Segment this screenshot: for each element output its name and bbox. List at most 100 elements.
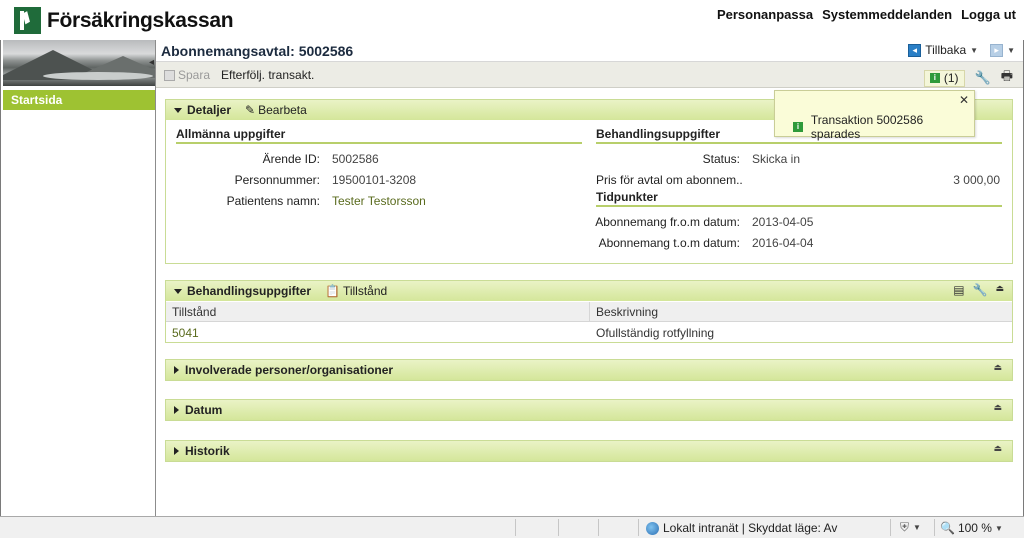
save-icon <box>164 69 175 81</box>
back-button[interactable]: Tillbaka <box>925 43 966 57</box>
section-allmanna-uppgifter: Allmänna uppgifter <box>176 127 582 144</box>
table-row[interactable]: 5041 Ofullständig rotfyllning <box>166 323 1012 343</box>
label-patientens-namn: Patientens namn: <box>226 194 320 208</box>
zoom-icon: 🔍 <box>940 521 955 535</box>
follow-transaction-button[interactable]: Efterfölj. transakt. <box>221 68 314 82</box>
value-pris: 3 000,00 <box>953 173 1000 187</box>
column-header-beskrivning[interactable]: Beskrivning <box>590 302 664 321</box>
panel-historik-title: Historik <box>185 444 230 458</box>
zoom-level: 100 % <box>957 521 992 535</box>
value-status: Skicka in <box>752 152 801 166</box>
status-separator <box>515 519 516 536</box>
back-arrow-icon[interactable]: ◂ <box>908 43 922 57</box>
security-zone[interactable]: Lokalt intranät | Skyddat läge: Av <box>646 521 837 535</box>
wrench-icon[interactable]: 🔧 <box>975 70 991 86</box>
collapse-up-icon[interactable]: ⏏ <box>995 283 1004 297</box>
tillstand-label: Tillstånd <box>342 284 388 298</box>
sidebar-item-startsida[interactable]: Startsida <box>3 90 155 110</box>
pencil-icon: ✎ <box>245 103 256 117</box>
panel-tools: ▤ 🔧 ⏏ <box>953 283 1004 297</box>
value-arende-id: 5002586 <box>332 152 379 166</box>
value-personnummer: 19500101-3208 <box>332 173 417 187</box>
notification-count: (1) <box>943 71 959 85</box>
panel-involverade: Involverade personer/organisationer ⏏ <box>165 359 1013 381</box>
collapse-up-icon[interactable]: ⏏ <box>993 402 1002 413</box>
link-logga-ut[interactable]: Logga ut <box>961 7 1016 22</box>
browser-status-bar: Lokalt intranät | Skyddat läge: Av ⛨ ▼ 🔍… <box>0 516 1024 538</box>
panel-historik-header[interactable]: Historik ⏏ <box>166 441 1012 461</box>
shield-icon: ⛨ <box>900 520 910 534</box>
brand-mark-icon <box>14 7 41 34</box>
edit-button[interactable]: ✎ Bearbeta <box>245 103 307 117</box>
table-header: Tillstånd Beskrivning <box>166 302 1012 322</box>
expanded-triangle-icon <box>174 288 182 294</box>
export-icon[interactable]: ▤ <box>953 283 964 297</box>
panel-datum-header[interactable]: Datum ⏏ <box>166 400 1012 420</box>
notification-text: Transaktion 5002586 sparades <box>810 113 924 141</box>
info-icon: i <box>793 122 803 132</box>
logo-text: Försäkringskassan <box>47 8 234 32</box>
sidebar: ◂ Startsida <box>3 40 156 516</box>
edit-label: Bearbeta <box>258 103 307 117</box>
protected-mode-control[interactable]: ⛨ ▼ <box>900 520 921 535</box>
status-separator <box>890 519 891 536</box>
chevron-down-icon: ▼ <box>994 523 1003 533</box>
print-icon[interactable]: 🖶 <box>1001 67 1013 89</box>
panel-involverade-header[interactable]: Involverade personer/organisationer ⏏ <box>166 360 1012 380</box>
cell-tillstand[interactable]: 5041 <box>166 323 590 343</box>
info-icon: i <box>929 73 940 83</box>
label-personnummer: Personnummer: <box>234 173 320 187</box>
collapsed-triangle-icon <box>174 366 179 374</box>
security-zone-text: Lokalt intranät | Skyddat läge: Av <box>663 521 838 535</box>
link-systemmeddelanden[interactable]: Systemmeddelanden <box>822 7 952 22</box>
panel-behandling-title: Behandlingsuppgifter <box>187 284 311 298</box>
collapsed-triangle-icon <box>174 447 179 455</box>
forward-arrow-icon[interactable]: ▸ <box>990 43 1004 57</box>
status-separator <box>598 519 599 536</box>
top-links: Personanpassa Systemmeddelanden Logga ut <box>717 7 1016 22</box>
collapsed-triangle-icon <box>174 406 179 414</box>
close-icon[interactable]: ✕ <box>959 93 969 107</box>
panel-behandling-header[interactable]: Behandlingsuppgifter 📋 Tillstånd ▤ 🔧 ⏏ <box>166 281 1012 301</box>
notification-button[interactable]: i (1) <box>923 69 965 87</box>
forward-dropdown-chevron-icon[interactable]: ▼ <box>1007 46 1015 55</box>
column-header-tillstand[interactable]: Tillstånd <box>166 302 590 321</box>
notification-message: i Transaktion 5002586 sparades <box>793 113 974 141</box>
value-to-date: 2016-04-04 <box>752 236 814 250</box>
panel-behandlingsuppgifter: Behandlingsuppgifter 📋 Tillstånd ▤ 🔧 ⏏ T… <box>165 280 1013 343</box>
expanded-triangle-icon <box>174 107 182 113</box>
back-dropdown-chevron-icon[interactable]: ▼ <box>970 46 978 55</box>
panel-involverade-title: Involverade personer/organisationer <box>185 363 394 377</box>
clipboard-icon: 📋 <box>325 284 340 298</box>
cell-beskrivning: Ofullständig rotfyllning <box>596 326 715 340</box>
link-personanpassa[interactable]: Personanpassa <box>717 7 813 22</box>
toolbar: Spara Efterfölj. transakt. i (1) 🔧 🖶 <box>156 62 1023 88</box>
save-button[interactable]: Spara <box>164 68 210 82</box>
wrench-icon[interactable]: 🔧 <box>973 283 988 297</box>
label-arende-id: Ärende ID: <box>262 152 320 166</box>
page-title: Abonnemangsavtal: 5002586 <box>161 43 354 59</box>
value-patientens-namn[interactable]: Tester Testorsson <box>332 194 426 208</box>
status-separator <box>934 519 935 536</box>
logo: Försäkringskassan <box>14 7 234 34</box>
label-pris: Pris för avtal om abonnem.. <box>596 173 743 187</box>
title-bar: Abonnemangsavtal: 5002586 ◂ Tillbaka ▼ ▸… <box>156 40 1023 62</box>
panel-detaljer-title: Detaljer <box>187 103 232 117</box>
collapse-up-icon[interactable]: ⏏ <box>993 362 1002 373</box>
section-tidpunkter: Tidpunkter <box>596 190 1002 207</box>
value-from-date: 2013-04-05 <box>752 215 814 229</box>
label-status: Status: <box>702 152 740 166</box>
chevron-down-icon: ▼ <box>913 523 921 532</box>
zoom-control[interactable]: 🔍 100 % ▼ <box>940 521 1003 535</box>
save-label: Spara <box>178 68 211 82</box>
tillstand-button[interactable]: 📋 Tillstånd <box>325 284 387 298</box>
collapse-up-icon[interactable]: ⏏ <box>993 443 1002 454</box>
status-separator <box>558 519 559 536</box>
panel-datum: Datum ⏏ <box>165 399 1013 421</box>
globe-icon <box>646 521 659 535</box>
panel-datum-title: Datum <box>185 403 223 417</box>
label-from-date: Abonnemang fr.o.m datum: <box>595 215 740 229</box>
notification-popup: ✕ i Transaktion 5002586 sparades <box>774 90 975 141</box>
status-separator <box>638 519 639 536</box>
app-header: Försäkringskassan Personanpassa Systemme… <box>0 0 1024 40</box>
